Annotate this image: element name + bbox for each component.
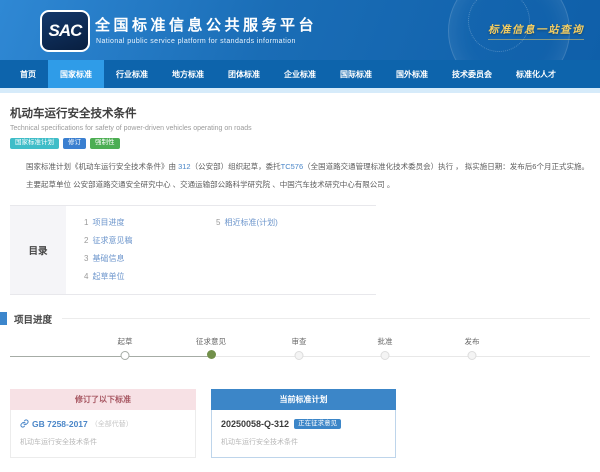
catalog-column-1: 1 项目进度 2 征求意见稿 3 基础信息 4 起草单位 xyxy=(84,214,216,286)
summary-text: （公安部）组织起草，委托 xyxy=(190,161,281,171)
catalog-item-number: 2 xyxy=(84,235,89,245)
standard-title-en: Technical specifications for safety of p… xyxy=(10,125,252,132)
catalog-item-draft[interactable]: 2 征求意见稿 xyxy=(84,232,216,250)
step-approval: 批准 xyxy=(378,336,393,360)
drafting-units-text: 主要起草单位 公安部道路交通安全研究中心 、交通运输部公路科学研究院 、中国汽车… xyxy=(26,179,395,189)
plan-status-badge: 正在征求意见 xyxy=(294,418,342,429)
catalog-item-label: 起草单位 xyxy=(92,271,125,281)
catalog-item-similar-standards[interactable]: 5 相近标准(计划) xyxy=(216,214,278,232)
progress-stepper: 起草 征求意见 审查 批准 发布 xyxy=(0,336,600,378)
nav-item-enterprise-standards[interactable]: 企业标准 xyxy=(272,60,328,88)
step-label: 发布 xyxy=(464,336,480,346)
plan-code: 20250058-Q-312 xyxy=(221,418,290,429)
summary-text: （全国道路交通管理标准化技术委员会）执行 ， 拟实施日期：发布后6个月正式实施。 xyxy=(303,161,589,171)
drafting-org-link[interactable]: 312 xyxy=(178,162,191,171)
section-divider xyxy=(62,318,590,319)
step-dot-icon xyxy=(120,350,130,360)
catalog-item-number: 5 xyxy=(216,217,221,227)
badge-mandatory: 强制性 xyxy=(90,138,120,149)
step-dot-icon xyxy=(467,350,477,360)
site-title: 全国标准信息公共服务平台 xyxy=(95,17,318,34)
nav-item-home[interactable]: 首页 xyxy=(8,60,48,88)
sac-logo[interactable]: SAC xyxy=(40,10,90,52)
nav-item-local-standards[interactable]: 地方标准 xyxy=(160,60,216,88)
catalog-item-number: 1 xyxy=(84,217,89,227)
badge-row: 国家标准计划 修订 强制性 xyxy=(10,138,590,149)
nav-item-international-standards[interactable]: 国际标准 xyxy=(328,60,384,88)
progress-section-title: 项目进度 xyxy=(14,314,53,326)
step-dot-icon xyxy=(380,350,390,360)
catalog-item-label: 相近标准(计划) xyxy=(224,217,278,227)
revised-card-header: 修订了以下标准 xyxy=(10,388,196,410)
revised-card-body: GB 7258-2017 （全部代替） 机动车运行安全技术条件 xyxy=(10,409,196,458)
stepper-track-completed xyxy=(10,355,211,357)
nav-bottom-strip xyxy=(0,88,600,93)
catalog-columns: 1 项目进度 2 征求意见稿 3 基础信息 4 起草单位 5 相近标准(计划) xyxy=(66,206,376,294)
nav-item-industry-standards[interactable]: 行业标准 xyxy=(104,60,160,88)
step-dot-icon xyxy=(206,349,216,359)
step-label: 批准 xyxy=(377,336,393,346)
step-dot-icon xyxy=(294,350,304,360)
standard-title: 机动车运行安全技术条件 xyxy=(10,108,137,120)
nav-item-national-standards[interactable]: 国家标准 xyxy=(48,60,104,88)
step-soliciting-comments: 征求意见 xyxy=(196,336,226,359)
main-nav: 首页 国家标准 行业标准 地方标准 团体标准 企业标准 国际标准 国外标准 技术… xyxy=(0,60,600,88)
summary-text: 国家标准计划《机动车运行安全技术条件》由 xyxy=(26,161,179,171)
step-label: 起草 xyxy=(117,336,133,346)
revised-standard-card: 修订了以下标准 GB 7258-2017 （全部代替） 机动车运行安全技术条件 xyxy=(10,388,196,458)
revised-standard-code-link[interactable]: GB 7258-2017 xyxy=(32,419,88,429)
catalog-box: 目录 1 项目进度 2 征求意见稿 3 基础信息 4 起草单位 5 相近标准(计划) xyxy=(10,204,376,295)
catalog-item-drafting-units[interactable]: 4 起草单位 xyxy=(84,268,216,286)
related-standards-row: 修订了以下标准 GB 7258-2017 （全部代替） 机动车运行安全技术条件 … xyxy=(0,388,600,459)
standard-summary: 国家标准计划《机动车运行安全技术条件》由 312（公安部）组织起草，委托TC57… xyxy=(10,160,590,173)
catalog-item-progress[interactable]: 1 项目进度 xyxy=(84,214,216,232)
plan-standard-name: 机动车运行安全技术条件 xyxy=(221,439,298,446)
current-plan-card: 当前标准计划 20250058-Q-312 正在征求意见 机动车运行安全技术条件 xyxy=(211,388,396,458)
current-plan-card-body: 20250058-Q-312 正在征求意见 机动车运行安全技术条件 xyxy=(211,409,396,458)
site-slogan: 标准信息一站查询 xyxy=(488,22,584,40)
nav-item-foreign-standards[interactable]: 国外标准 xyxy=(384,60,440,88)
step-publication: 发布 xyxy=(465,336,480,360)
badge-national-plan: 国家标准计划 xyxy=(10,138,59,149)
site-subtitle: National public service platform for sta… xyxy=(96,38,296,45)
current-plan-card-header: 当前标准计划 xyxy=(211,388,396,410)
catalog-item-label: 项目进度 xyxy=(92,217,125,227)
catalog-column-2: 5 相近标准(计划) xyxy=(216,214,278,286)
replacement-note: （全部代替） xyxy=(90,420,133,428)
catalog-item-label: 基础信息 xyxy=(92,253,125,263)
nav-item-technical-committee[interactable]: 技术委员会 xyxy=(440,60,504,88)
technical-committee-link[interactable]: TC576 xyxy=(281,162,304,171)
link-icon xyxy=(20,419,29,428)
nav-item-standardization-talent[interactable]: 标准化人才 xyxy=(504,60,568,88)
site-header: SAC 全国标准信息公共服务平台 National public service… xyxy=(0,0,600,60)
step-review: 审查 xyxy=(292,336,307,360)
revised-standard-name: 机动车运行安全技术条件 xyxy=(20,438,97,446)
catalog-item-basic-info[interactable]: 3 基础信息 xyxy=(84,250,216,268)
nav-item-group-standards[interactable]: 团体标准 xyxy=(216,60,272,88)
step-drafting: 起草 xyxy=(118,336,133,360)
catalog-item-number: 3 xyxy=(84,253,89,263)
step-label: 征求意见 xyxy=(196,336,226,346)
catalog-label: 目录 xyxy=(10,205,66,294)
section-marker-icon xyxy=(0,312,7,325)
progress-section-header: 项目进度 xyxy=(0,312,600,326)
badge-revision: 修订 xyxy=(63,138,86,149)
step-label: 审查 xyxy=(291,336,307,346)
catalog-item-label: 征求意见稿 xyxy=(92,235,133,245)
catalog-item-number: 4 xyxy=(84,271,89,281)
